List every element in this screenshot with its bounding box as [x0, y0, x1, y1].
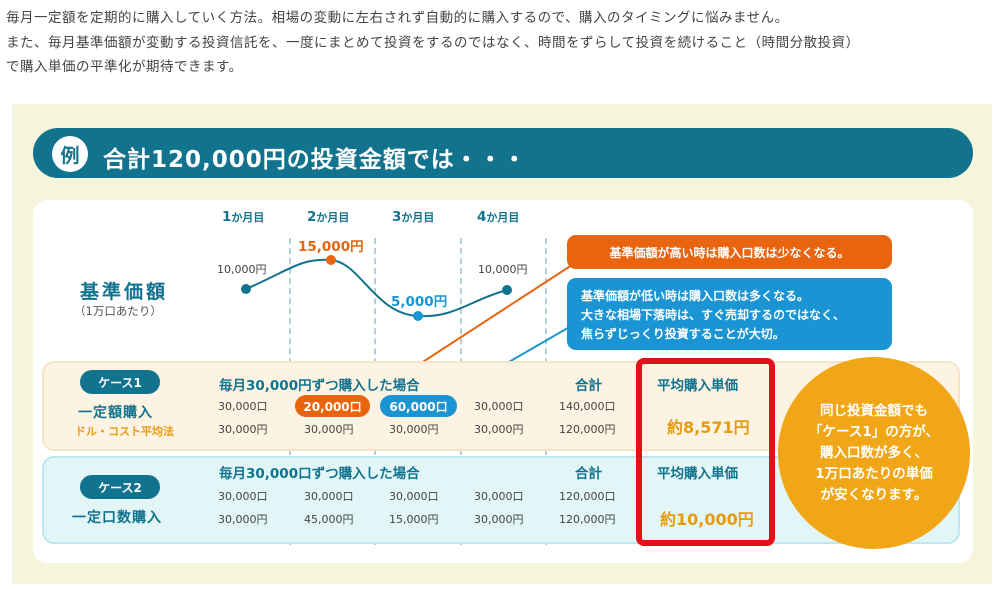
case2-units-month-4: 30,000口: [474, 490, 524, 503]
price-label-sub: （1万口あたり）: [74, 304, 162, 318]
case2-total-label: 合計: [575, 466, 602, 482]
case2-header: 毎月30,000口ずつ購入した場合: [219, 466, 420, 482]
bubble-line-4: 1万口あたりの単価: [815, 465, 933, 482]
case1-name: 一定額購入: [78, 405, 153, 421]
price-label-month-3: 5,000円: [391, 294, 448, 310]
low-price-callout: 基準価額が低い時は購入口数は多くなる。 大きな相場下落時は、すぐ売却するのではな…: [567, 278, 892, 350]
price-label: 基準価額: [80, 281, 169, 303]
case1-total-amount: 120,000円: [559, 423, 616, 436]
case1-avg-label: 平均購入単価: [657, 378, 738, 394]
callout-line-1: 基準価額が低い時は購入口数は多くなる。: [581, 289, 810, 303]
case2-amount-month-2: 45,000円: [304, 513, 354, 526]
month-header-2: 2か月目: [307, 209, 350, 225]
price-label-month-2: 15,000円: [298, 239, 364, 255]
conclusion-bubble: 同じ投資金額でも 「ケース1」の方が、 購入口数が多く、 1万口あたりの単価 が…: [778, 357, 970, 549]
case2-amount-month-4: 30,000円: [474, 513, 524, 526]
intro-text: 毎月一定額を定期的に購入していく方法。相場の変動に左右されず自動的に購入するので…: [6, 6, 1002, 80]
case1-units-month-2: 20,000口: [295, 395, 370, 417]
case1-amount-month-3: 30,000円: [389, 423, 439, 436]
case2-name: 一定口数購入: [72, 510, 162, 526]
case1-avg-value: 約8,571円: [667, 418, 750, 437]
case1-amount-month-2: 30,000円: [304, 423, 354, 436]
bubble-line-5: が安くなります。: [820, 486, 928, 503]
case2-avg-value: 約10,000円: [660, 510, 754, 529]
case2-pill: ケース2: [80, 475, 160, 499]
price-label-month-4: 10,000円: [478, 263, 528, 276]
case2-amount-month-1: 30,000円: [218, 513, 268, 526]
case1-subtitle: ドル・コスト平均法: [75, 425, 174, 438]
case1-total-label: 合計: [575, 378, 602, 394]
case1-units-month-4: 30,000口: [474, 400, 524, 413]
bubble-line-3: 購入口数が多く、: [820, 444, 928, 461]
callout-line-3: 焦らずじっくり投資することが大切。: [581, 327, 785, 341]
banner-title: 合計120,000円の投資金額では・・・: [103, 147, 527, 173]
intro-line-3: で購入単価の平準化が期待できます。: [6, 59, 243, 75]
example-badge: 例: [52, 136, 88, 172]
price-label-month-1: 10,000円: [217, 263, 267, 276]
case2-total-amount: 120,000円: [559, 513, 616, 526]
case1-total-units: 140,000口: [559, 400, 616, 413]
intro-line-2: また、毎月基準価額が変動する投資信託を、一度にまとめて投資をするのではなく、時間…: [6, 34, 860, 51]
case2-total-units: 120,000口: [559, 490, 616, 503]
case2-units-month-3: 30,000口: [389, 490, 439, 503]
case2-units-month-1: 30,000口: [218, 490, 268, 503]
case1-amount-month-1: 30,000円: [218, 423, 268, 436]
month-header-4: 4か月目: [477, 209, 520, 225]
high-price-callout: 基準価額が高い時は購入口数は少なくなる。: [567, 235, 892, 269]
month-header-1: 1か月目: [222, 209, 265, 225]
case1-amount-month-4: 30,000円: [474, 423, 524, 436]
intro-line-1: 毎月一定額を定期的に購入していく方法。相場の変動に左右されず自動的に購入するので…: [6, 10, 789, 26]
case1-units-month-1: 30,000口: [218, 400, 268, 413]
case2-units-month-2: 30,000口: [304, 490, 354, 503]
callout-line-2: 大きな相場下落時は、すぐ売却するのではなく、: [581, 308, 846, 322]
case2-avg-label: 平均購入単価: [657, 466, 738, 482]
case1-units-month-3: 60,000口: [380, 395, 457, 417]
case1-header: 毎月30,000円ずつ購入した場合: [219, 378, 420, 394]
bubble-line-2: 「ケース1」の方が、: [809, 423, 939, 440]
bubble-line-1: 同じ投資金額でも: [820, 402, 928, 419]
case1-pill: ケース1: [80, 370, 160, 394]
month-header-3: 3か月目: [392, 209, 435, 225]
case2-amount-month-3: 15,000円: [389, 513, 439, 526]
